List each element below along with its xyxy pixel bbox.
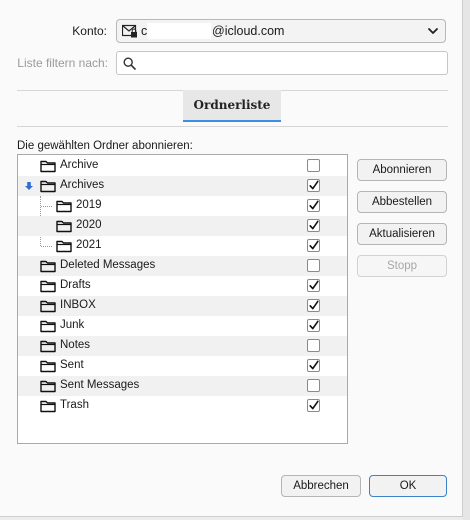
checkmark-icon	[309, 300, 319, 310]
account-value: @icloud.com	[212, 24, 285, 38]
folder-row[interactable]: Notes	[18, 336, 347, 356]
separator-bottom	[17, 126, 448, 127]
stop-button[interactable]: Stopp	[357, 255, 447, 277]
checkmark-icon	[309, 220, 319, 230]
folder-name: Drafts	[60, 279, 91, 291]
folder-icon	[40, 340, 56, 353]
subscribe-checkbox[interactable]	[307, 339, 320, 352]
subscribe-checkbox[interactable]	[307, 279, 320, 292]
folder-row[interactable]: 2021	[18, 236, 347, 256]
folder-icon	[56, 240, 72, 253]
folder-name: Archives	[60, 179, 105, 191]
folder-icon	[40, 300, 56, 313]
folder-row[interactable]: Trash	[18, 396, 347, 416]
subscribe-button[interactable]: Abonnieren	[357, 159, 447, 181]
folder-icon	[56, 200, 72, 213]
folder-name: Sent	[60, 359, 84, 371]
folder-tree[interactable]: Archive Archives 2019 2020 2021 Deleted Messa…	[17, 154, 348, 444]
folders-heading: Die gewählten Ordner abonnieren:	[17, 140, 193, 152]
checkmark-icon	[309, 180, 319, 190]
folder-row[interactable]: Archive	[18, 156, 347, 176]
folder-name: 2019	[76, 199, 102, 211]
subscribe-checkbox[interactable]	[307, 299, 320, 312]
chevron-down-icon	[428, 28, 438, 34]
background-window-edge	[463, 0, 470, 520]
folder-name: 2020	[76, 219, 102, 231]
folder-icon	[40, 360, 56, 373]
folder-icon	[56, 220, 72, 233]
subscribe-dialog: Konto: c @icloud.com Liste filtern nach:…	[0, 0, 463, 517]
folder-name: Deleted Messages	[60, 259, 156, 271]
folder-row[interactable]: Drafts	[18, 276, 347, 296]
folder-name: INBOX	[60, 299, 96, 311]
subscribe-checkbox[interactable]	[307, 199, 320, 212]
folder-row[interactable]: Sent	[18, 356, 347, 376]
subscribe-checkbox[interactable]	[307, 159, 320, 172]
checkmark-icon	[309, 400, 319, 410]
refresh-button[interactable]: Aktualisieren	[357, 223, 447, 245]
checkmark-icon	[309, 360, 319, 370]
folder-icon	[40, 280, 56, 293]
folder-row[interactable]: INBOX	[18, 296, 347, 316]
folder-row[interactable]: Sent Messages	[18, 376, 347, 396]
folder-row[interactable]: 2019	[18, 196, 347, 216]
subscribe-checkbox[interactable]	[307, 219, 320, 232]
filter-input[interactable]	[116, 51, 448, 75]
folder-icon	[40, 380, 56, 393]
folder-row[interactable]: Archives	[18, 176, 347, 196]
folder-icon	[40, 180, 56, 193]
unsubscribe-button[interactable]: Abbestellen	[357, 191, 447, 213]
ok-button[interactable]: OK	[369, 475, 447, 497]
folder-name: Junk	[60, 319, 85, 331]
folder-row[interactable]: Junk	[18, 316, 347, 336]
search-icon	[123, 57, 136, 70]
folder-name: Notes	[60, 339, 91, 351]
checkmark-icon	[309, 200, 319, 210]
folder-name: 2021	[76, 239, 102, 251]
subscribe-checkbox[interactable]	[307, 399, 320, 412]
mail-lock-icon	[122, 24, 137, 38]
folder-name: Trash	[60, 399, 89, 411]
subscribe-checkbox[interactable]	[307, 359, 320, 372]
folder-row[interactable]: Deleted Messages	[18, 256, 347, 276]
checkmark-icon	[309, 240, 319, 250]
folder-name: Archive	[60, 159, 99, 171]
tab-folder-list[interactable]: Ordnerliste	[183, 90, 281, 122]
subscribe-checkbox[interactable]	[307, 319, 320, 332]
checkmark-icon	[309, 280, 319, 290]
cancel-button[interactable]: Abbrechen	[281, 475, 361, 497]
filter-label: Liste filtern nach:	[17, 56, 108, 70]
folder-name: Sent Messages	[60, 379, 140, 391]
checkmark-icon	[309, 320, 319, 330]
subscribe-checkbox[interactable]	[307, 179, 320, 192]
folder-icon	[40, 260, 56, 273]
redacted-address	[147, 23, 211, 39]
expand-arrow-icon[interactable]	[24, 181, 34, 191]
folder-icon	[40, 160, 56, 173]
folder-icon	[40, 320, 56, 333]
subscribe-checkbox[interactable]	[307, 259, 320, 272]
account-select[interactable]: c @icloud.com	[116, 19, 446, 43]
subscribe-checkbox[interactable]	[307, 239, 320, 252]
subscribe-checkbox[interactable]	[307, 379, 320, 392]
account-label: Konto:	[72, 24, 107, 38]
folder-icon	[40, 400, 56, 413]
folder-row[interactable]: 2020	[18, 216, 347, 236]
